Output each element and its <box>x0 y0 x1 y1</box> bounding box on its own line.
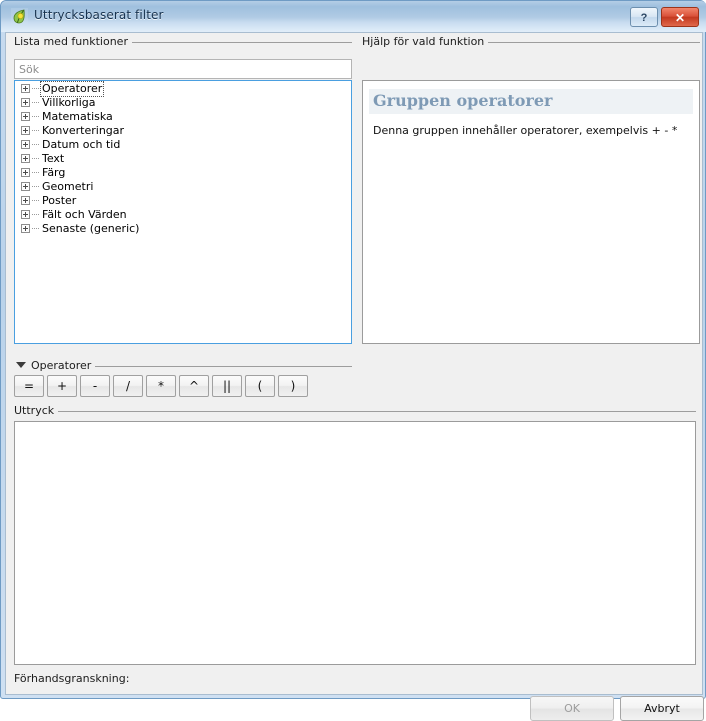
tree-item-label: Villkorliga <box>42 96 96 109</box>
tree-item-label: Poster <box>42 194 77 207</box>
tree-item-text[interactable]: Text <box>15 152 351 166</box>
tree-item-konverteringar[interactable]: Konverteringar <box>15 124 351 138</box>
expand-plus-icon[interactable] <box>21 140 30 149</box>
tree-connector-icon <box>32 130 39 131</box>
dialog-client-area: Lista med funktioner Operatorer Villkorl… <box>5 32 704 721</box>
operator-button-multiply[interactable]: * <box>146 375 176 397</box>
tree-item-falt-och-varden[interactable]: Fält och Värden <box>15 208 351 222</box>
help-group-label: Hjälp för vald funktion <box>362 35 489 48</box>
tree-item-label: Matematiska <box>42 110 113 123</box>
tree-item-label: Fält och Värden <box>42 208 127 221</box>
tree-item-villkorliga[interactable]: Villkorliga <box>15 96 351 110</box>
dialog-window: Uttrycksbaserat filter ? ✕ Lista med fun… <box>0 0 706 721</box>
tree-connector-icon <box>32 200 39 201</box>
operators-section-label: Operatorer <box>31 359 96 372</box>
tree-connector-icon <box>32 214 39 215</box>
tree-connector-icon <box>32 186 39 187</box>
search-input[interactable] <box>14 59 352 79</box>
expand-plus-icon[interactable] <box>21 210 30 219</box>
operator-button-power[interactable]: ^ <box>179 375 209 397</box>
tree-item-label: Senaste (generic) <box>42 222 140 235</box>
operators-section-rule <box>94 366 352 367</box>
tree-item-senaste-generic[interactable]: Senaste (generic) <box>15 222 351 236</box>
expand-plus-icon[interactable] <box>21 154 30 163</box>
tree-connector-icon <box>32 116 39 117</box>
operator-button-open-paren[interactable]: ( <box>245 375 275 397</box>
expand-plus-icon[interactable] <box>21 224 30 233</box>
preview-label: Förhandsgranskning: <box>14 672 130 685</box>
tree-item-matematiska[interactable]: Matematiska <box>15 110 351 124</box>
expand-plus-icon[interactable] <box>21 112 30 121</box>
function-tree[interactable]: Operatorer Villkorliga Matematiska Konve… <box>14 80 352 344</box>
expand-plus-icon[interactable] <box>21 98 30 107</box>
window-title: Uttrycksbaserat filter <box>34 8 164 22</box>
chevron-down-icon[interactable] <box>16 362 26 368</box>
expand-plus-icon[interactable] <box>21 126 30 135</box>
operator-button-close-paren[interactable]: ) <box>278 375 308 397</box>
expand-plus-icon[interactable] <box>21 196 30 205</box>
expression-group-label: Uttryck <box>14 404 59 417</box>
ok-button[interactable]: OK <box>530 696 614 721</box>
expand-plus-icon[interactable] <box>21 84 30 93</box>
tree-item-label: Geometri <box>42 180 94 193</box>
tree-item-poster[interactable]: Poster <box>15 194 351 208</box>
tree-item-label: Datum och tid <box>42 138 121 151</box>
tree-item-label: Konverteringar <box>42 124 125 137</box>
expand-plus-icon[interactable] <box>21 182 30 191</box>
operator-button-divide[interactable]: / <box>113 375 143 397</box>
qgis-leaf-icon <box>11 8 28 25</box>
help-body-text: Denna gruppen innehåller operatorer, exe… <box>373 124 678 137</box>
cancel-button[interactable]: Avbryt <box>620 696 704 721</box>
tree-item-label: Text <box>42 152 65 165</box>
help-heading: Gruppen operatorer <box>369 89 693 114</box>
tree-item-geometri[interactable]: Geometri <box>15 180 351 194</box>
tree-connector-icon <box>32 102 39 103</box>
tree-item-operatorer[interactable]: Operatorer <box>15 81 351 97</box>
title-bar: Uttrycksbaserat filter ? ✕ <box>1 1 706 32</box>
tree-connector-icon <box>32 172 39 173</box>
tree-connector-icon <box>32 144 39 145</box>
expression-editor[interactable] <box>14 421 696 665</box>
tree-connector-icon <box>32 228 39 229</box>
operator-button-concat[interactable]: || <box>212 375 242 397</box>
function-list-group-label: Lista med funktioner <box>14 35 132 48</box>
help-panel: Gruppen operatorer Denna gruppen innehål… <box>362 80 700 344</box>
tree-connector-icon <box>32 158 39 159</box>
tree-connector-icon <box>32 88 39 89</box>
operator-button-plus[interactable]: + <box>47 375 77 397</box>
tree-item-datum-och-tid[interactable]: Datum och tid <box>15 138 351 152</box>
operator-button-minus[interactable]: - <box>80 375 110 397</box>
expand-plus-icon[interactable] <box>21 168 30 177</box>
tree-item-label: Färg <box>42 166 66 179</box>
tree-item-label: Operatorer <box>39 81 105 97</box>
operator-button-equals[interactable]: = <box>14 375 44 397</box>
help-button[interactable]: ? <box>630 7 658 27</box>
close-button[interactable]: ✕ <box>661 7 699 27</box>
expression-group-rule <box>56 411 696 412</box>
tree-item-farg[interactable]: Färg <box>15 166 351 180</box>
